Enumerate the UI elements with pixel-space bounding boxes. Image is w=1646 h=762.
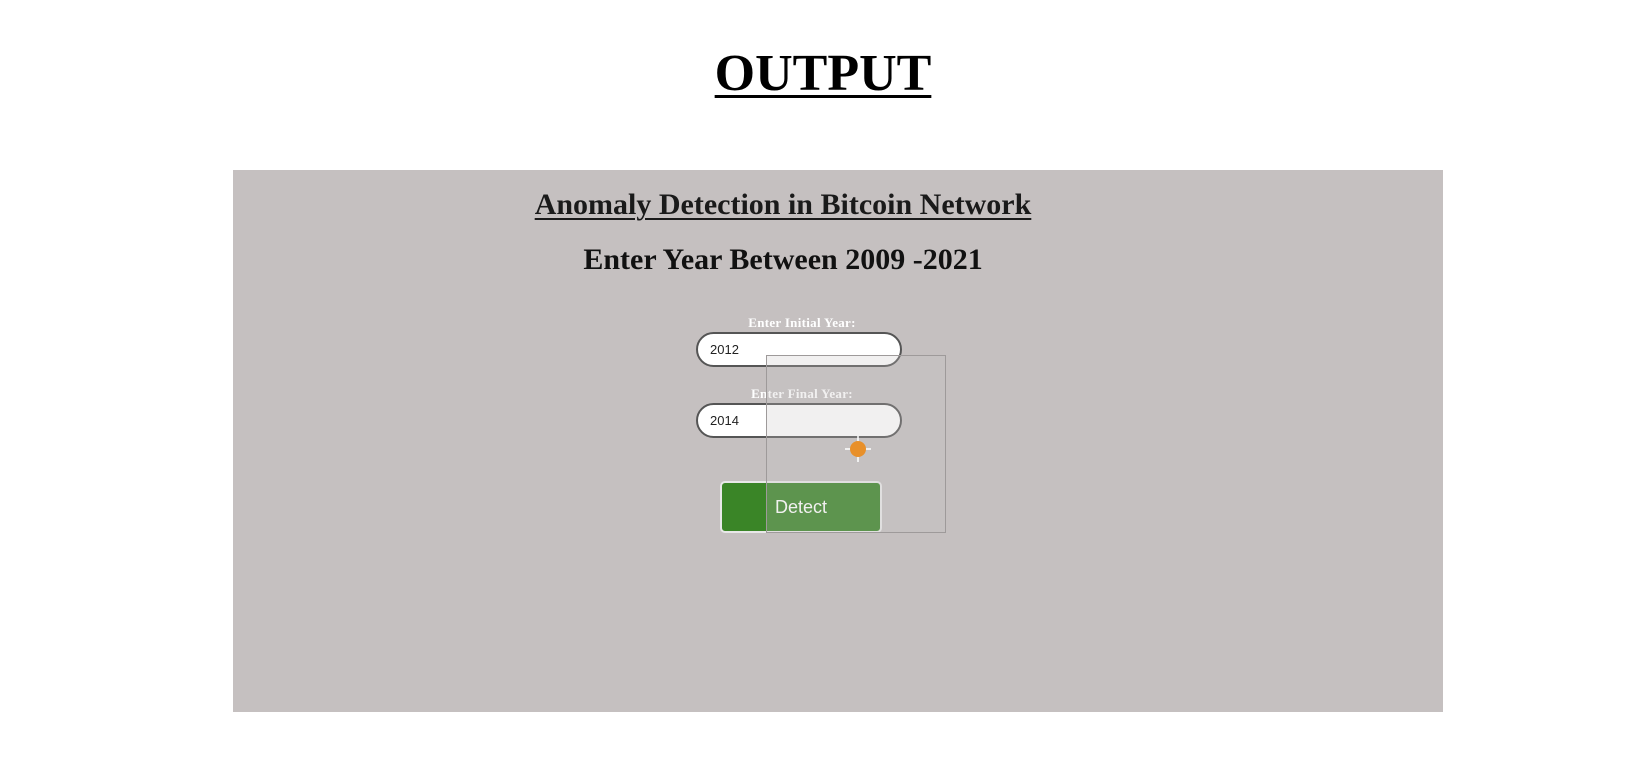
detect-button[interactable]: Detect [720, 481, 882, 533]
year-range-instruction: Enter Year Between 2009 -2021 [583, 243, 983, 276]
document-heading: OUTPUT [714, 45, 932, 102]
app-screenshot: Anomaly Detection in Bitcoin Network Ent… [233, 170, 1443, 712]
app-title: Anomaly Detection in Bitcoin Network [534, 188, 1032, 221]
initial-year-label: Enter Initial Year: [748, 315, 856, 330]
initial-year-input[interactable] [696, 332, 902, 367]
final-year-input[interactable] [696, 403, 902, 438]
crosshair-cursor-icon [845, 436, 871, 462]
final-year-label: Enter Final Year: [751, 386, 853, 401]
